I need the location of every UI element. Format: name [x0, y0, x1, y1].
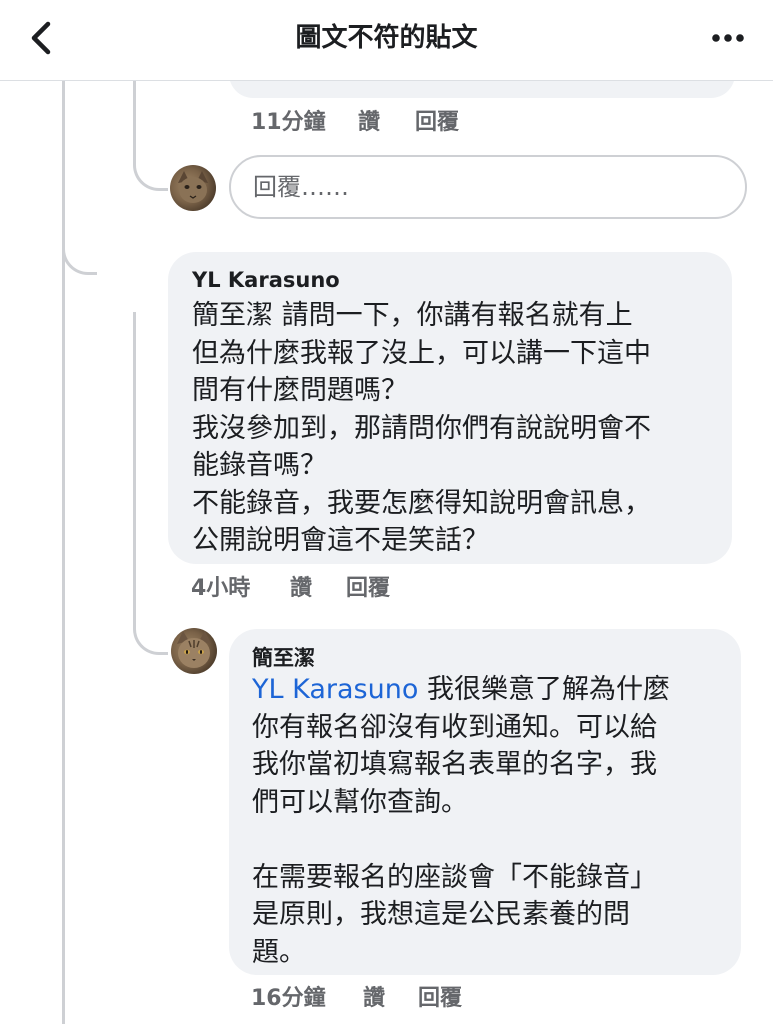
timestamp: 4小時 — [191, 576, 251, 601]
mention-link[interactable]: YL Karasuno — [252, 674, 418, 705]
reply-input[interactable]: 回覆…… — [229, 155, 747, 219]
comment-meta: 4小時 讚 回覆 — [191, 574, 491, 604]
top-bar: 圖文不符的貼文 — [0, 0, 773, 81]
like-button[interactable]: 讚 — [358, 108, 380, 138]
comment-author[interactable]: YL Karasuno — [192, 266, 340, 294]
replier-avatar[interactable] — [171, 628, 217, 674]
reply-text-segment: 我很樂意了解為什麼 — [418, 674, 670, 705]
previous-comment-meta: 11分鐘 讚 回覆 — [251, 108, 551, 138]
thread-connector-curve — [62, 220, 97, 275]
like-button[interactable]: 讚 — [290, 574, 312, 604]
reply-button[interactable]: 回覆 — [346, 574, 390, 604]
page-title: 圖文不符的貼文 — [295, 23, 478, 53]
reply-meta: 16分鐘 讚 回覆 — [251, 984, 551, 1014]
reply-text: 你有報名卻沒有收到通知。可以給 我你當初填寫報名表單的名字，我 們可以幫你查詢。… — [252, 711, 657, 968]
reply-author[interactable]: 簡至潔 — [252, 644, 315, 672]
timestamp: 16分鐘 — [251, 986, 326, 1011]
reply-connector-curve — [133, 612, 168, 655]
comment-text: 簡至潔 請問一下，你講有報名就有上 但為什麼我報了沒上，可以講一下這中 間有什麼… — [192, 300, 651, 556]
reply-button[interactable]: 回覆 — [418, 984, 462, 1014]
thread-line-main — [133, 312, 136, 622]
reply-button[interactable]: 回覆 — [415, 108, 459, 138]
timestamp: 11分鐘 — [251, 110, 326, 135]
like-button[interactable]: 讚 — [363, 984, 385, 1014]
reply-input-connector — [133, 140, 168, 191]
current-user-avatar — [170, 165, 216, 211]
more-options-icon[interactable] — [706, 22, 750, 54]
reply-text-first-line: YL Karasuno 我很樂意了解為什麼 — [252, 671, 732, 709]
